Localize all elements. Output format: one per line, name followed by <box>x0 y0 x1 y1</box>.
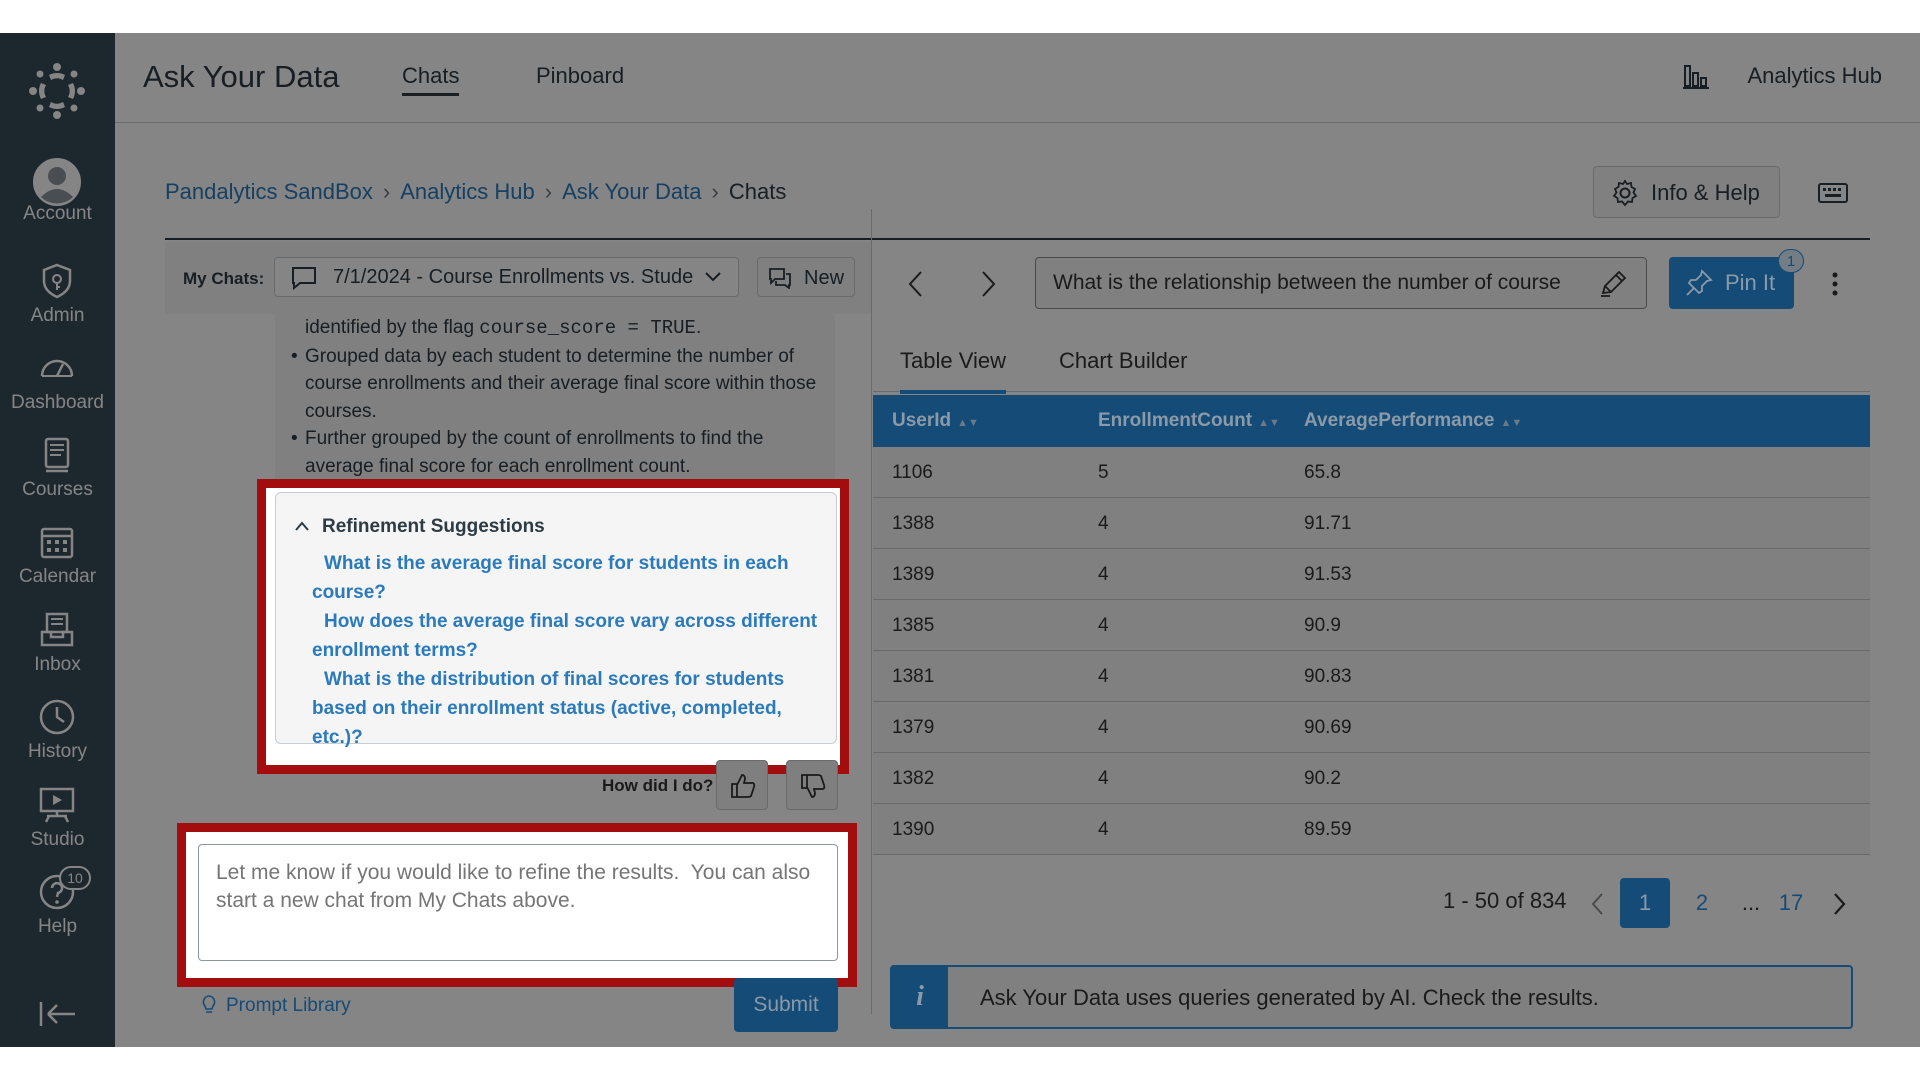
nav-label: Inbox <box>34 654 81 675</box>
nav-label: Calendar <box>18 566 97 587</box>
chat-bubble-icon <box>292 267 316 290</box>
nav-item-account[interactable]: Account <box>0 158 115 239</box>
analytics-hub-icon[interactable] <box>1682 63 1710 89</box>
dashboard-icon <box>40 359 74 377</box>
message-text: . <box>695 317 702 338</box>
gear-icon <box>1612 179 1638 207</box>
help-badge: 10 <box>59 866 91 890</box>
inbox-icon <box>40 612 74 647</box>
new-chat-button[interactable]: New <box>757 257 855 297</box>
calendar-icon <box>40 527 74 559</box>
nav-label: Help <box>37 916 78 937</box>
nav-label: Admin <box>30 305 85 326</box>
nav-item-courses[interactable]: Courses <box>0 435 115 515</box>
assistant-message: identified by the flag course_score = TR… <box>275 314 835 764</box>
message-body: identified by the flag course_score = TR… <box>291 314 830 480</box>
message-line: identified by the flag course_score = TR… <box>305 314 830 343</box>
breadcrumb: Pandalytics SandBox › Analytics Hub › Ask Yo… <box>165 179 786 205</box>
account-icon <box>33 158 81 206</box>
nav-item-inbox[interactable]: Inbox <box>0 610 115 690</box>
nav-item-help[interactable]: 10 Help <box>0 866 115 952</box>
new-chat-label: New <box>804 267 845 289</box>
tab-pinboard[interactable]: Pinboard <box>536 63 624 89</box>
breadcrumb-link[interactable]: Ask Your Data <box>562 179 701 204</box>
nav-item-studio[interactable]: Studio <box>0 785 115 865</box>
code-text: course_score = TRUE <box>479 317 696 339</box>
courses-icon <box>44 437 70 473</box>
tab-chats[interactable]: Chats <box>402 63 460 96</box>
nav-label: Studio <box>30 829 85 850</box>
app-frame: Account Admin Dashboard Courses Calendar… <box>0 33 1920 1047</box>
analytics-hub-link[interactable]: Analytics Hub <box>1747 63 1882 89</box>
my-chats-bar: My Chats: 7/1/2024 - Course Enrollments … <box>165 242 871 314</box>
nav-item-admin[interactable]: Admin <box>0 261 115 341</box>
chevron-down-icon <box>705 272 721 282</box>
history-icon <box>39 699 75 735</box>
nav-item-history[interactable]: History <box>0 697 115 777</box>
message-bullet: Further grouped by the count of enrollme… <box>291 425 830 480</box>
my-chats-label: My Chats: <box>183 269 265 288</box>
header-divider <box>165 238 1870 240</box>
chat-messages[interactable]: identified by the flag course_score = TR… <box>165 314 871 834</box>
info-help-button[interactable]: Info & Help <box>1593 166 1780 218</box>
new-chat-icon <box>769 268 791 289</box>
message-bullet: Grouped data by each student to determin… <box>291 343 830 426</box>
keyboard-shortcuts-icon[interactable] <box>1818 179 1848 203</box>
nav-label: History <box>27 741 88 762</box>
nav-item-calendar[interactable]: Calendar <box>0 522 115 602</box>
breadcrumb-chevron-icon: › <box>382 179 391 204</box>
chat-selector[interactable]: 7/1/2024 - Course Enrollments vs. Studen… <box>274 257 739 297</box>
breadcrumb-current: Chats <box>728 179 787 204</box>
nav-item-dashboard[interactable]: Dashboard <box>0 348 115 428</box>
admin-icon <box>42 263 72 299</box>
breadcrumb-chevron-icon: › <box>544 179 553 204</box>
breadcrumb-link[interactable]: Analytics Hub <box>400 179 535 204</box>
breadcrumb-link[interactable]: Pandalytics SandBox <box>165 179 373 204</box>
nav-label: Dashboard <box>11 392 104 413</box>
message-text: identified by the flag <box>305 317 480 338</box>
info-help-label: Info & Help <box>1651 180 1760 205</box>
nav-label: Account <box>23 203 92 224</box>
global-nav: Account Admin Dashboard Courses Calendar… <box>0 33 115 1047</box>
breadcrumb-chevron-icon: › <box>711 179 719 204</box>
collapse-nav-icon[interactable] <box>38 999 78 1029</box>
canvas-logo-icon[interactable] <box>27 61 87 121</box>
nav-label: Courses <box>22 479 93 500</box>
selected-chat: 7/1/2024 - Course Enrollments vs. Studen… <box>333 266 693 288</box>
page-title: Ask Your Data <box>143 59 340 94</box>
studio-icon <box>39 787 75 823</box>
app-header: Ask Your Data Chats Pinboard Analytics H… <box>115 33 1920 123</box>
